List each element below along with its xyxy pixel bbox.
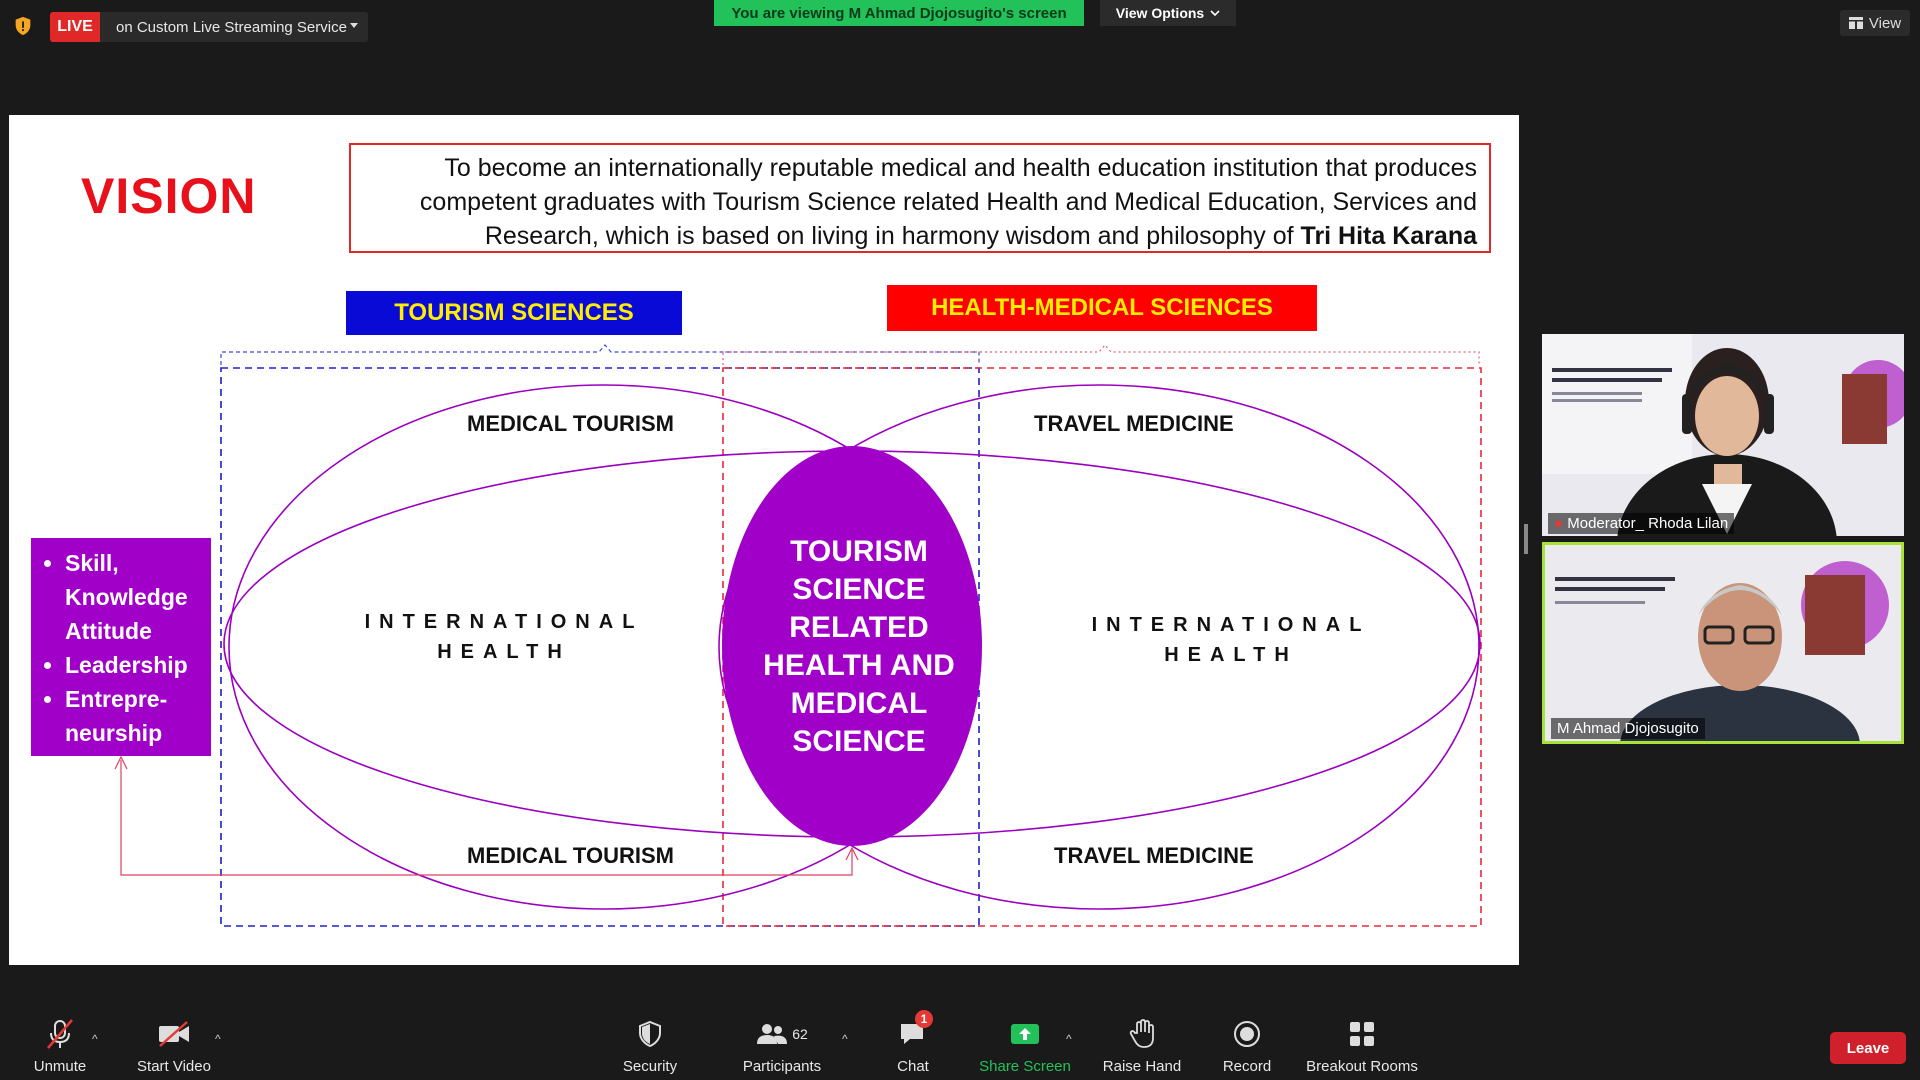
muted-microphone-icon xyxy=(47,1019,73,1049)
center-line-4: HEALTH AND xyxy=(763,649,955,682)
intl-health-right-line2: HEALTH xyxy=(1164,644,1298,666)
travel-medicine-top: TRAVEL MEDICINE xyxy=(1034,411,1234,436)
raise-hand-button[interactable]: Raise Hand xyxy=(1082,1016,1202,1075)
center-concept-text: TOURISM SCIENCE RELATED HEALTH AND MEDIC… xyxy=(739,533,979,761)
shield-icon xyxy=(639,1020,661,1048)
center-line-3: RELATED xyxy=(789,611,929,644)
video-options-chevron[interactable]: ^ xyxy=(215,1032,221,1046)
participant-video-moderator[interactable]: ● Moderator_ Rhoda Lilan xyxy=(1542,334,1904,536)
international-health-left: INTERNATIONAL HEALTH xyxy=(354,607,654,667)
participant-video-speaker[interactable]: M Ahmad Djojosugito xyxy=(1542,542,1904,744)
tourism-bracket xyxy=(220,344,980,365)
security-label: Security xyxy=(622,1058,678,1075)
start-video-label: Start Video xyxy=(137,1058,211,1075)
security-shield-icon xyxy=(15,16,31,36)
grid-view-icon xyxy=(1848,17,1863,29)
center-line-6: SCIENCE xyxy=(792,725,926,758)
participants-count: 62 xyxy=(792,1026,808,1042)
chat-unread-badge: 1 xyxy=(915,1010,933,1028)
skills-box: Skill, Knowledge Attitude Leadership Ent… xyxy=(31,538,211,756)
participant-name-text: Moderator_ Rhoda Lilan xyxy=(1567,515,1729,532)
skill-item: Entrepre-neurship xyxy=(65,682,205,750)
skill-item: Skill, Knowledge Attitude xyxy=(65,546,205,648)
center-line-5: MEDICAL xyxy=(790,687,928,720)
leave-button[interactable]: Leave xyxy=(1830,1032,1906,1064)
participant-name-speaker: M Ahmad Djojosugito xyxy=(1551,718,1705,739)
live-badge[interactable]: LIVE xyxy=(50,12,100,42)
share-options-chevron[interactable]: ^ xyxy=(1066,1032,1072,1046)
view-button[interactable]: View xyxy=(1840,10,1910,36)
tourism-sciences-label: TOURISM SCIENCES xyxy=(346,291,682,335)
health-bracket xyxy=(722,344,1480,365)
audio-options-chevron[interactable]: ^ xyxy=(92,1032,98,1046)
skill-item: Leadership xyxy=(65,648,205,682)
live-target-label: on Custom Live Streaming Service xyxy=(116,18,347,36)
record-button[interactable]: Record xyxy=(1187,1016,1307,1075)
unmute-label: Unmute xyxy=(33,1058,87,1075)
viewing-screen-banner: You are viewing M Ahmad Djojosugito's sc… xyxy=(714,0,1084,26)
record-label: Record xyxy=(1222,1058,1272,1075)
security-button[interactable]: Security xyxy=(590,1016,710,1075)
intl-health-left-line2: HEALTH xyxy=(437,641,571,663)
share-screen-label: Share Screen xyxy=(979,1058,1071,1075)
vision-title: VISION xyxy=(81,168,257,224)
chat-label: Chat xyxy=(897,1058,929,1075)
intl-health-right-line1: INTERNATIONAL xyxy=(1091,614,1371,636)
video-frame-moderator xyxy=(1542,334,1904,536)
raise-hand-label: Raise Hand xyxy=(1102,1058,1182,1075)
chevron-down-icon xyxy=(1210,10,1220,17)
center-line-1: TOURISM xyxy=(790,535,928,568)
record-icon xyxy=(1234,1021,1260,1047)
travel-medicine-bottom: TRAVEL MEDICINE xyxy=(1054,843,1254,868)
share-screen-icon xyxy=(1011,1024,1039,1044)
intl-health-left-line1: INTERNATIONAL xyxy=(364,611,644,633)
view-options-label: View Options xyxy=(1115,5,1205,21)
chat-button[interactable]: 1 Chat xyxy=(853,1010,973,1075)
muted-mic-icon: ● xyxy=(1554,515,1564,532)
video-frame-speaker xyxy=(1545,545,1901,741)
breakout-rooms-label: Breakout Rooms xyxy=(1306,1058,1418,1075)
panel-resize-handle[interactable] xyxy=(1524,524,1528,554)
participants-options-chevron[interactable]: ^ xyxy=(842,1032,848,1046)
live-streaming-dropdown[interactable]: on Custom Live Streaming Service xyxy=(100,12,368,42)
participants-label: Participants xyxy=(742,1058,822,1075)
center-line-2: SCIENCE xyxy=(792,573,926,606)
view-options-button[interactable]: View Options xyxy=(1100,0,1236,26)
caret-down-icon xyxy=(350,23,358,28)
shared-screen-slide: VISION To become an internationally repu… xyxy=(9,115,1519,965)
participants-button[interactable]: 62 Participants xyxy=(722,1016,842,1075)
vision-emphasis: Tri Hita Karana xyxy=(1300,222,1477,250)
vision-statement: To become an internationally reputable m… xyxy=(349,143,1491,253)
health-medical-sciences-label: HEALTH-MEDICAL SCIENCES xyxy=(887,285,1317,331)
participant-name-moderator: ● Moderator_ Rhoda Lilan xyxy=(1548,513,1735,534)
breakout-rooms-icon xyxy=(1350,1022,1374,1046)
medical-tourism-top: MEDICAL TOURISM xyxy=(467,411,674,436)
video-off-icon xyxy=(159,1021,189,1047)
raised-hand-icon xyxy=(1129,1019,1154,1048)
participants-icon xyxy=(757,1024,788,1044)
view-label: View xyxy=(1868,14,1902,32)
medical-tourism-bottom: MEDICAL TOURISM xyxy=(467,843,674,868)
participant-name-text: M Ahmad Djojosugito xyxy=(1557,720,1699,737)
unmute-button[interactable]: Unmute xyxy=(0,1016,120,1075)
international-health-right: INTERNATIONAL HEALTH xyxy=(1081,610,1381,670)
breakout-rooms-button[interactable]: Breakout Rooms xyxy=(1302,1016,1422,1075)
